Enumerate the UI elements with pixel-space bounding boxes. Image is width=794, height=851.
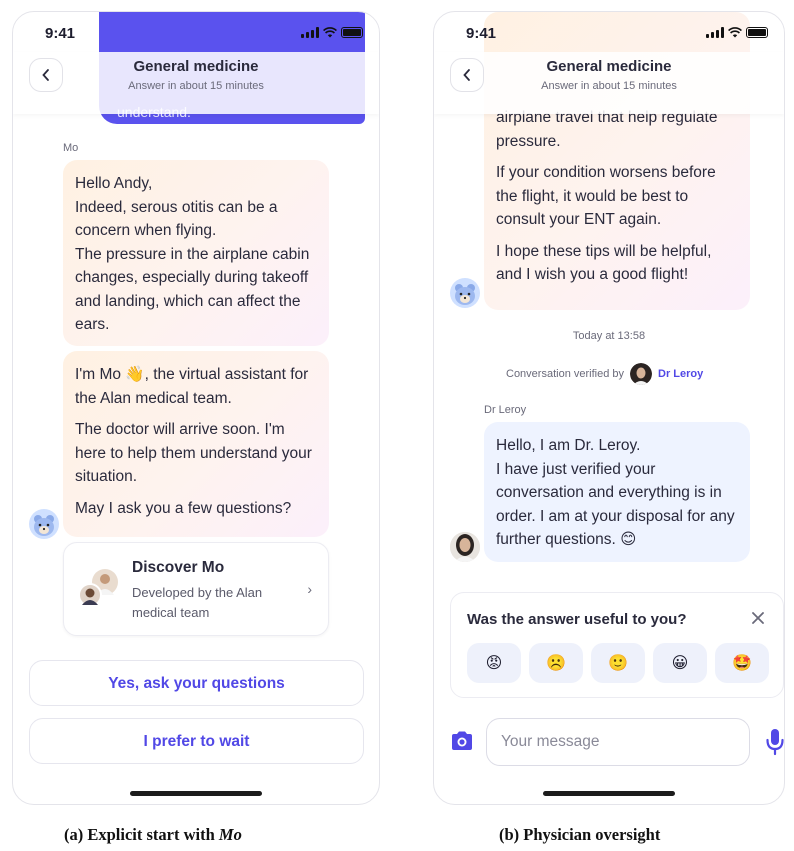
- doctor-sender-name: Dr Leroy: [484, 404, 527, 416]
- discover-title: Discover Mo: [132, 559, 225, 576]
- doctor-icon: [630, 363, 653, 385]
- sad-emoji-icon: ☹️: [546, 655, 566, 672]
- bot-avatar: [450, 278, 480, 308]
- msg-paragraph-3: May I ask you a few questions?: [75, 499, 292, 517]
- message-input[interactable]: [486, 718, 750, 766]
- header-title: General medicine: [546, 58, 672, 75]
- battery-icon: [341, 27, 363, 38]
- verification-notice: Conversation verified by Dr Leroy: [506, 363, 703, 385]
- signal-icon: [706, 27, 724, 38]
- person-icon: [82, 588, 98, 605]
- bot-sender-name: Mo: [63, 142, 79, 154]
- phone-screen-a: understand. 9:41 General medicine Answer…: [12, 11, 380, 805]
- prefer-to-wait-button[interactable]: I prefer to wait: [29, 718, 364, 764]
- doctor-mini-avatar: [630, 363, 653, 385]
- rating-angry-button[interactable]: 😡: [467, 643, 521, 683]
- chevron-right-icon: ›: [307, 581, 312, 597]
- bot-avatar: [29, 509, 59, 539]
- header-subtitle: Answer in about 15 minutes: [128, 80, 264, 92]
- home-indicator: [130, 791, 262, 796]
- smile-emoji-icon: 😊: [620, 531, 637, 548]
- bear-icon: [455, 284, 475, 305]
- msg-paragraph-2: The doctor will arrive soon. I'm here to…: [75, 421, 312, 485]
- verified-label: Conversation verified by: [506, 368, 625, 380]
- message-composer: [450, 718, 784, 766]
- header-title: General medicine: [133, 58, 259, 75]
- rating-neutral-button[interactable]: 🙂: [591, 643, 645, 683]
- status-time: 9:41: [45, 25, 76, 42]
- discover-mo-card[interactable]: Discover Mo Developed by the Alan medica…: [63, 542, 329, 636]
- doctor-avatar: [450, 532, 480, 562]
- msg-intro: I'm Mo: [75, 366, 122, 383]
- microphone-icon[interactable]: [766, 728, 784, 756]
- home-indicator: [543, 791, 675, 796]
- feedback-card: Was the answer useful to you? 😡 ☹️ 🙂 😀 🤩: [450, 592, 784, 698]
- status-bar: 9:41: [13, 12, 379, 52]
- wifi-icon: [323, 27, 337, 38]
- chat-header: General medicine Answer in about 15 minu…: [434, 52, 784, 114]
- battery-icon: [746, 27, 768, 38]
- caption-a: (a) Explicit start with Mo: [64, 825, 242, 845]
- doctor-icon: [450, 532, 480, 562]
- signal-icon: [301, 27, 319, 38]
- doctor-message: Hello, I am Dr. Leroy. I have just verif…: [484, 422, 750, 562]
- close-icon[interactable]: [749, 609, 767, 627]
- feedback-question: Was the answer useful to you?: [467, 611, 687, 628]
- star-eyes-emoji-icon: 🤩: [732, 655, 752, 672]
- status-time: 9:41: [466, 25, 497, 42]
- message-timestamp: Today at 13:58: [572, 330, 646, 342]
- feedback-emoji-row: 😡 ☹️ 🙂 😀 🤩: [467, 643, 769, 683]
- wifi-icon: [728, 27, 742, 38]
- tips-paragraph-3: I hope these tips will be helpful, and I…: [496, 242, 712, 284]
- team-member-avatar: [78, 583, 102, 607]
- rating-star-eyes-button[interactable]: 🤩: [715, 643, 769, 683]
- bear-icon: [34, 515, 54, 536]
- wave-emoji-icon: 👋: [125, 366, 145, 383]
- tips-paragraph-2: If your condition worsens before the fli…: [496, 164, 716, 228]
- rating-sad-button[interactable]: ☹️: [529, 643, 583, 683]
- neutral-emoji-icon: 🙂: [608, 655, 628, 672]
- angry-emoji-icon: 😡: [485, 655, 503, 672]
- bot-message-1: Hello Andy, Indeed, serous otitis can be…: [63, 160, 329, 346]
- chat-header: General medicine Answer in about 15 minu…: [13, 52, 379, 114]
- yes-ask-questions-button[interactable]: Yes, ask your questions: [29, 660, 364, 706]
- header-subtitle: Answer in about 15 minutes: [541, 80, 677, 92]
- caption-a-prefix: (a) Explicit start with: [64, 825, 215, 844]
- discover-description: Developed by the Alan medical team: [132, 585, 263, 620]
- caption-b: (b) Physician oversight: [499, 825, 661, 844]
- phone-screen-b: airplane travel that help regulate press…: [433, 11, 785, 805]
- caption-a-name: Mo: [218, 825, 242, 844]
- bot-message-2: I'm Mo 👋, the virtual assistant for the …: [63, 351, 329, 537]
- rating-happy-button[interactable]: 😀: [653, 643, 707, 683]
- camera-icon[interactable]: [450, 730, 474, 752]
- status-bar: 9:41: [434, 12, 784, 52]
- happy-emoji-icon: 😀: [671, 655, 689, 672]
- verifying-doctor-link[interactable]: Dr Leroy: [658, 368, 703, 380]
- doctor-message-text: Hello, I am Dr. Leroy. I have just verif…: [496, 437, 735, 548]
